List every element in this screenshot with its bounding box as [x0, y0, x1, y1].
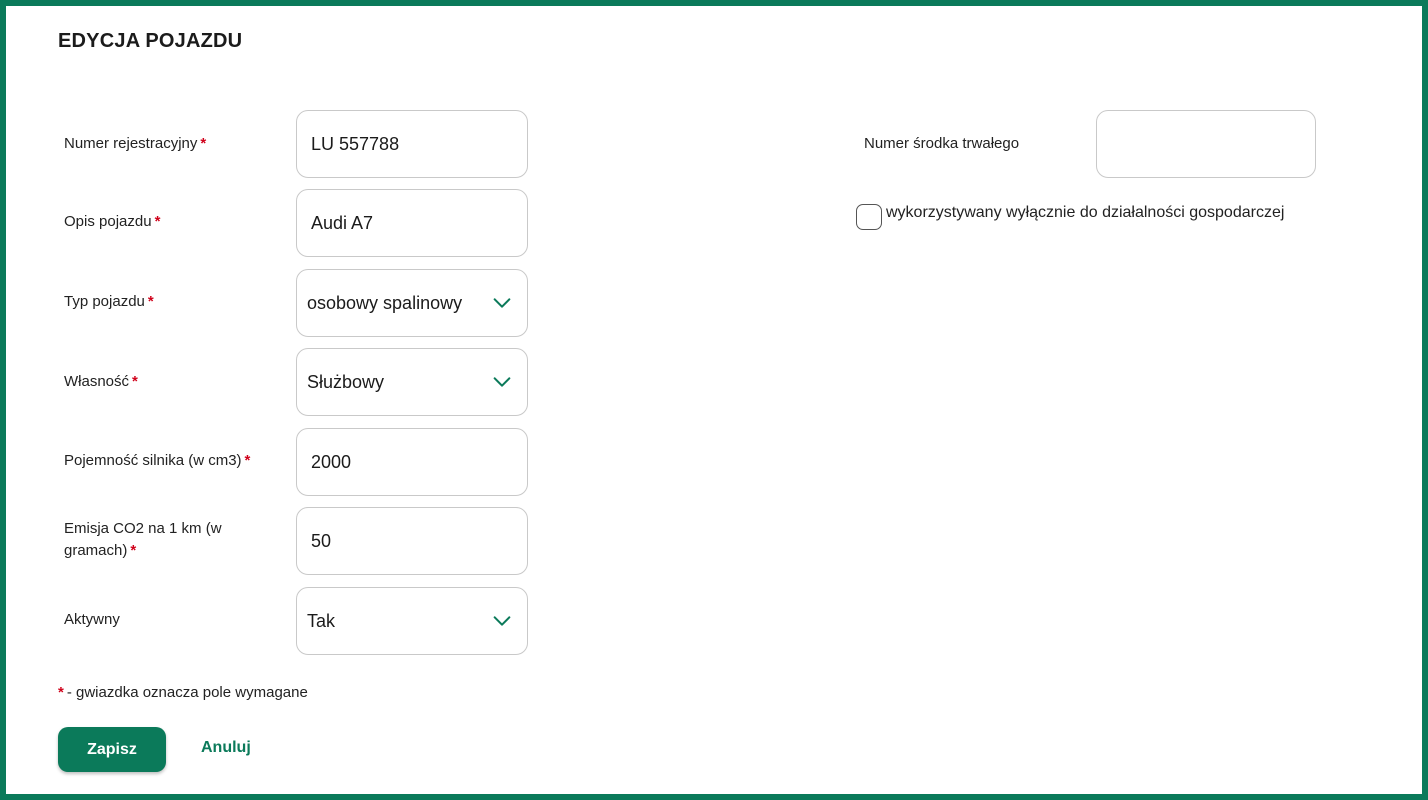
edit-vehicle-panel: EDYCJA POJAZDU Numer rejestracyjny* Opis…: [0, 0, 1428, 800]
required-asterisk: *: [200, 135, 207, 152]
chevron-down-icon: [493, 616, 511, 626]
chevron-down-icon: [493, 377, 511, 387]
vehicle-description-field[interactable]: [296, 189, 528, 257]
ownership-selected-value: Służbowy: [307, 371, 385, 392]
business-only-checkbox[interactable]: [856, 204, 882, 230]
required-fields-legend: * - gwiazdka oznacza pole wymagane: [58, 684, 308, 701]
fixed-asset-number-label: Numer środka trwałego: [864, 135, 1020, 152]
active-label: Aktywny: [64, 611, 120, 628]
business-only-label[interactable]: wykorzystywany wyłącznie do działalności…: [886, 204, 1284, 222]
active-selected-value: Tak: [307, 610, 336, 631]
engine-capacity-input[interactable]: [297, 429, 527, 495]
active-select[interactable]: Tak: [296, 587, 528, 655]
co2-emission-input[interactable]: [297, 508, 527, 574]
co2-emission-label: Emisja CO2 na 1 km (w gramach) *: [64, 520, 222, 559]
engine-capacity-label: Pojemność silnika (w cm3) *: [64, 452, 251, 469]
required-asterisk: *: [154, 213, 161, 230]
engine-capacity-field[interactable]: [296, 428, 528, 496]
required-asterisk: *: [58, 684, 64, 701]
business-only-option[interactable]: wykorzystywany wyłącznie do działalności…: [856, 204, 1284, 230]
cancel-link[interactable]: Anuluj: [201, 739, 251, 757]
page-title: EDYCJA POJAZDU: [58, 30, 243, 52]
registration-number-field[interactable]: [296, 110, 528, 178]
co2-emission-field[interactable]: [296, 507, 528, 575]
fixed-asset-number-input[interactable]: [1097, 111, 1315, 177]
vehicle-type-selected-value: osobowy spalinowy: [307, 292, 463, 313]
ownership-select[interactable]: Służbowy: [296, 348, 528, 416]
required-asterisk: *: [244, 452, 251, 469]
required-asterisk: *: [132, 373, 138, 390]
registration-number-input[interactable]: [297, 111, 527, 177]
vehicle-type-select[interactable]: osobowy spalinowy: [296, 269, 528, 337]
ownership-label: Własność *: [64, 373, 138, 390]
required-asterisk: *: [130, 542, 137, 559]
vehicle-type-label: Typ pojazdu *: [64, 293, 154, 310]
vehicle-description-input[interactable]: [297, 190, 527, 256]
save-button[interactable]: Zapisz: [58, 727, 166, 772]
fixed-asset-number-field[interactable]: [1096, 110, 1316, 178]
chevron-down-icon: [493, 298, 511, 308]
vehicle-description-label: Opis pojazdu *: [64, 213, 161, 230]
registration-number-label: Numer rejestracyjny *: [64, 135, 207, 152]
required-asterisk: *: [147, 293, 154, 310]
